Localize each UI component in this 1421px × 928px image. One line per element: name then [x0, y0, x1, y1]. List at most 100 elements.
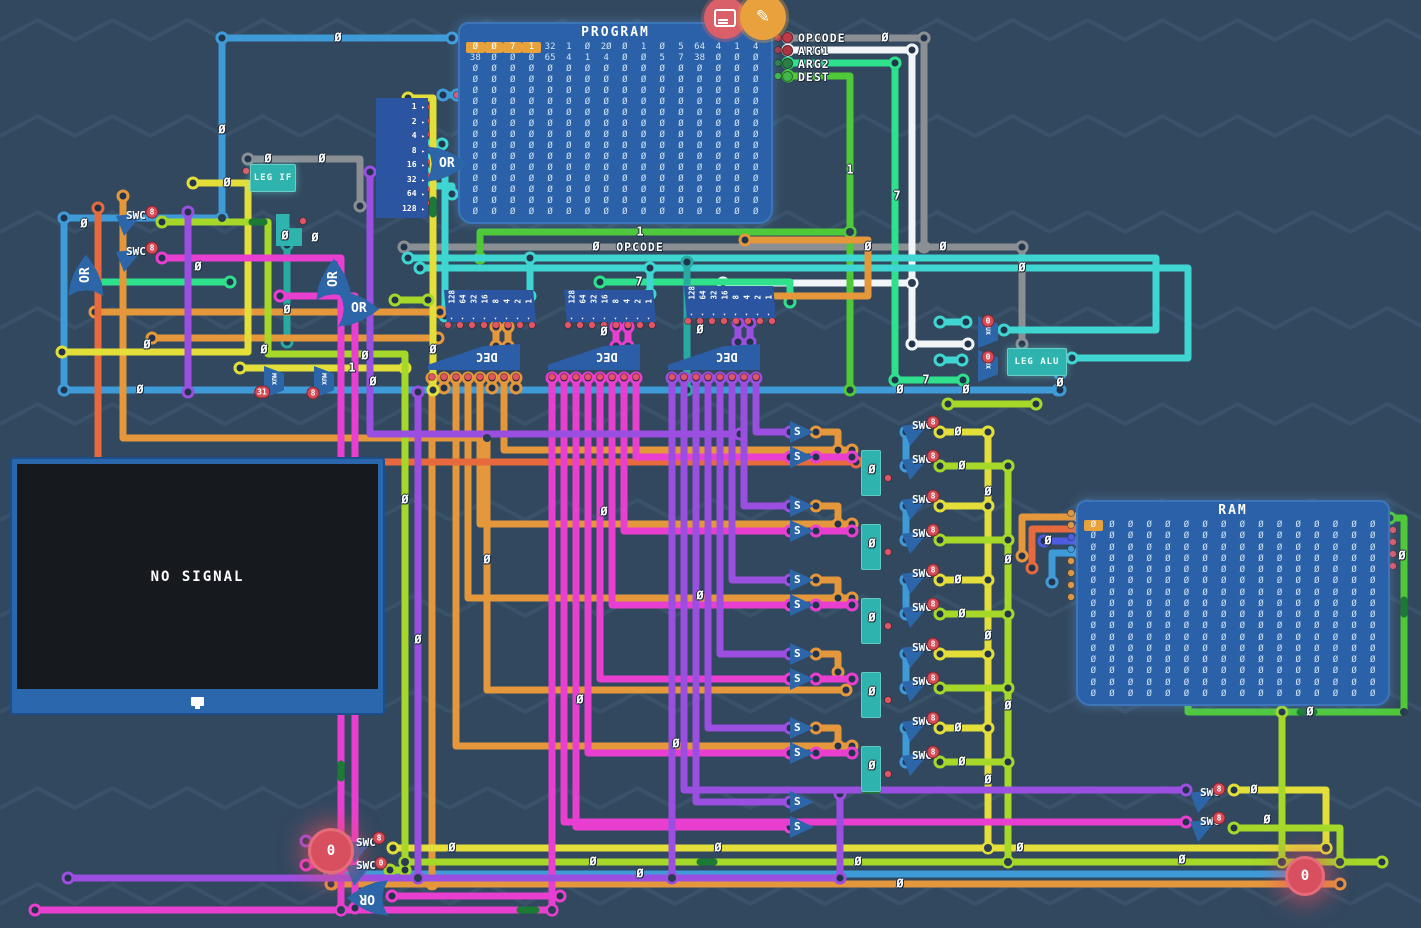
memory-cell[interactable]: 4	[597, 53, 616, 64]
s-gate[interactable]: S	[790, 668, 814, 690]
memory-cell[interactable]: Ø	[1214, 610, 1233, 621]
memory-cell[interactable]: Ø	[1177, 678, 1196, 689]
memory-cell[interactable]: Ø	[1233, 599, 1252, 610]
memory-cell[interactable]: Ø	[597, 108, 616, 119]
memory-cell[interactable]: Ø	[1326, 554, 1345, 565]
memory-cell[interactable]: Ø	[503, 108, 522, 119]
memory-cell[interactable]: Ø	[672, 86, 691, 97]
memory-cell[interactable]: Ø	[578, 196, 597, 207]
memory-cell[interactable]: Ø	[1121, 565, 1140, 576]
memory-cell[interactable]: Ø	[1233, 689, 1252, 700]
memory-cell[interactable]: Ø	[634, 119, 653, 130]
memory-cell[interactable]: Ø	[1289, 565, 1308, 576]
memory-cell[interactable]: Ø	[522, 108, 541, 119]
memory-cell[interactable]: Ø	[1308, 565, 1327, 576]
memory-cell[interactable]: Ø	[1214, 599, 1233, 610]
memory-cell[interactable]: Ø	[503, 207, 522, 218]
memory-cell[interactable]: Ø	[1233, 520, 1252, 531]
memory-cell[interactable]: Ø	[1289, 610, 1308, 621]
decoder[interactable]: DEC	[548, 344, 640, 370]
memory-cell[interactable]: Ø	[1140, 610, 1159, 621]
memory-cell[interactable]: Ø	[1159, 543, 1178, 554]
memory-cell[interactable]: Ø	[634, 207, 653, 218]
memory-cell[interactable]: Ø	[1121, 520, 1140, 531]
switch[interactable]: SWC	[1190, 814, 1234, 842]
memory-cell[interactable]: Ø	[1270, 554, 1289, 565]
byte-register[interactable]	[861, 746, 881, 792]
memory-cell[interactable]: Ø	[1233, 543, 1252, 554]
memory-cell[interactable]: Ø	[1121, 576, 1140, 587]
memory-cell[interactable]: Ø	[1140, 678, 1159, 689]
memory-cell[interactable]: Ø	[1159, 565, 1178, 576]
memory-cell[interactable]: Ø	[634, 97, 653, 108]
memory-cell[interactable]: Ø	[1326, 689, 1345, 700]
io-row-dest[interactable]: DEST	[782, 70, 830, 83]
memory-cell[interactable]: Ø	[653, 75, 672, 86]
memory-cell[interactable]: Ø	[578, 130, 597, 141]
memory-cell[interactable]: 4	[709, 42, 728, 53]
memory-cell[interactable]: Ø	[653, 108, 672, 119]
memory-cell[interactable]: Ø	[746, 53, 765, 64]
memory-cell[interactable]: Ø	[559, 163, 578, 174]
memory-cell[interactable]: Ø	[728, 141, 747, 152]
memory-cell[interactable]: Ø	[1121, 588, 1140, 599]
memory-cell[interactable]: Ø	[1214, 689, 1233, 700]
memory-cell[interactable]: Ø	[1196, 689, 1215, 700]
memory-cell[interactable]: Ø	[541, 196, 560, 207]
memory-cell[interactable]: Ø	[1326, 565, 1345, 576]
memory-cell[interactable]: Ø	[1363, 633, 1382, 644]
memory-cell[interactable]: Ø	[746, 196, 765, 207]
memory-cell[interactable]: Ø	[503, 86, 522, 97]
memory-cell[interactable]: Ø	[709, 97, 728, 108]
memory-cell[interactable]: Ø	[503, 75, 522, 86]
memory-cell[interactable]: Ø	[653, 97, 672, 108]
memory-cell[interactable]: Ø	[1345, 633, 1364, 644]
memory-cell[interactable]: Ø	[672, 64, 691, 75]
memory-cell[interactable]: Ø	[1270, 576, 1289, 587]
memory-cell[interactable]: Ø	[1326, 520, 1345, 531]
memory-cell[interactable]: Ø	[1177, 633, 1196, 644]
memory-cell[interactable]: 1	[522, 42, 541, 53]
memory-cell[interactable]: Ø	[1308, 633, 1327, 644]
memory-cell[interactable]: Ø	[653, 163, 672, 174]
memory-cell[interactable]: Ø	[541, 141, 560, 152]
memory-cell[interactable]: Ø	[1140, 565, 1159, 576]
memory-cell[interactable]: Ø	[1103, 531, 1122, 542]
memory-cell[interactable]: Ø	[1177, 576, 1196, 587]
memory-cell[interactable]: Ø	[578, 141, 597, 152]
memory-cell[interactable]: Ø	[1214, 565, 1233, 576]
memory-cell[interactable]: Ø	[1084, 621, 1103, 632]
memory-cell[interactable]: Ø	[1363, 621, 1382, 632]
byte-splitter-plate[interactable]: 128▾64▾32▾16▾8▾4▾2▾1▾	[564, 290, 656, 322]
memory-cell[interactable]: Ø	[1159, 610, 1178, 621]
memory-cell[interactable]: Ø	[559, 75, 578, 86]
memory-cell[interactable]: Ø	[503, 174, 522, 185]
byte-register[interactable]	[861, 524, 881, 570]
io-pad[interactable]: 0	[1285, 856, 1325, 896]
memory-cell[interactable]: Ø	[634, 141, 653, 152]
memory-cell[interactable]: Ø	[485, 163, 504, 174]
memory-cell[interactable]: Ø	[728, 108, 747, 119]
memory-cell[interactable]: Ø	[1159, 554, 1178, 565]
leg-if-component[interactable]: LEG IF	[250, 164, 296, 192]
memory-cell[interactable]: Ø	[1289, 678, 1308, 689]
memory-cell[interactable]: Ø	[1326, 621, 1345, 632]
memory-cell[interactable]: Ø	[485, 174, 504, 185]
memory-cell[interactable]: Ø	[690, 108, 709, 119]
memory-cell[interactable]: Ø	[541, 64, 560, 75]
memory-cell[interactable]: Ø	[616, 141, 635, 152]
memory-cell[interactable]: Ø	[466, 108, 485, 119]
memory-cell[interactable]: Ø	[728, 86, 747, 97]
memory-cell[interactable]: Ø	[1270, 644, 1289, 655]
memory-cell[interactable]: Ø	[522, 185, 541, 196]
memory-cell[interactable]: Ø	[728, 75, 747, 86]
memory-cell[interactable]: Ø	[1289, 554, 1308, 565]
memory-cell[interactable]: Ø	[503, 185, 522, 196]
memory-cell[interactable]: Ø	[616, 97, 635, 108]
s-gate[interactable]: S	[790, 717, 814, 739]
memory-cell[interactable]: Ø	[690, 196, 709, 207]
memory-cell[interactable]: Ø	[1159, 655, 1178, 666]
program-memory-panel[interactable]: PROGRAM ØØ71321Ø2ØØ1Ø56441438ØØØ65414ØØ5…	[458, 22, 773, 224]
memory-cell[interactable]: Ø	[1084, 520, 1103, 531]
memory-cell[interactable]: Ø	[1196, 576, 1215, 587]
